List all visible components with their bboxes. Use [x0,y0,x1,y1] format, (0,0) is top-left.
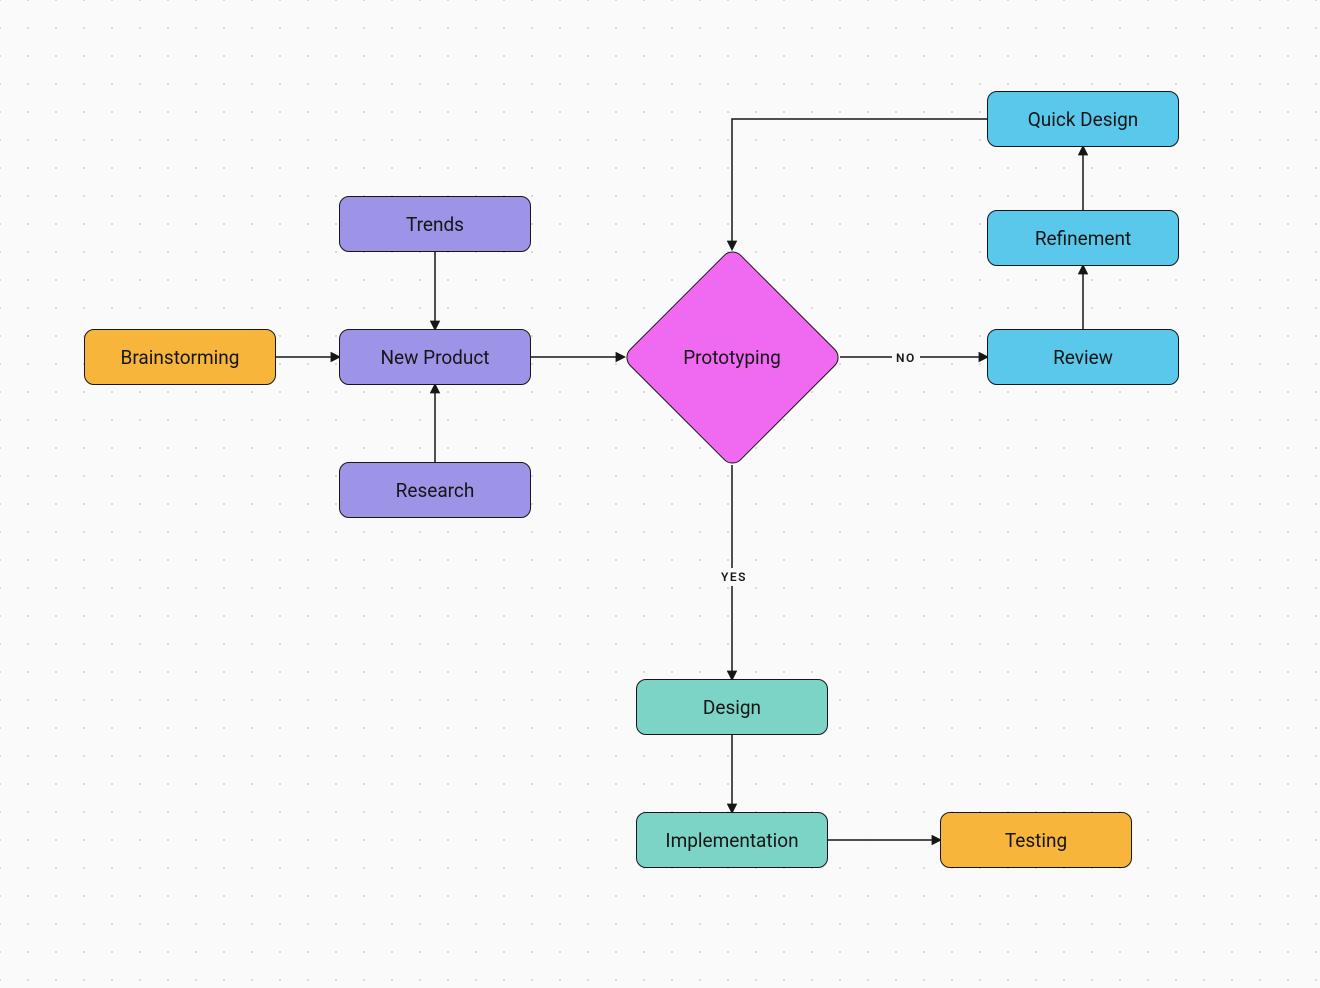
node-label: Design [703,696,761,719]
node-label: Quick Design [1028,108,1139,131]
node-label: Research [396,479,475,502]
diagram-canvas[interactable]: Brainstorming Trends New Product Researc… [0,0,1320,988]
node-brainstorming[interactable]: Brainstorming [84,329,276,385]
node-label: Trends [406,213,464,236]
edge-label-no: NO [892,349,920,367]
node-implementation[interactable]: Implementation [636,812,828,868]
node-research[interactable]: Research [339,462,531,518]
node-label: Prototyping [683,346,781,369]
node-label: Implementation [665,829,798,852]
node-label: Review [1053,346,1113,369]
node-testing[interactable]: Testing [940,812,1132,868]
node-label: New Product [380,346,489,369]
node-label: Refinement [1035,227,1131,250]
node-label: Brainstorming [121,346,240,369]
node-trends[interactable]: Trends [339,196,531,252]
node-design[interactable]: Design [636,679,828,735]
node-quick-design[interactable]: Quick Design [987,91,1179,147]
node-refinement[interactable]: Refinement [987,210,1179,266]
node-review[interactable]: Review [987,329,1179,385]
node-prototyping[interactable]: Prototyping [624,249,840,465]
node-label: Testing [1005,829,1067,852]
node-new-product[interactable]: New Product [339,329,531,385]
edge-label-yes: YES [717,568,751,586]
